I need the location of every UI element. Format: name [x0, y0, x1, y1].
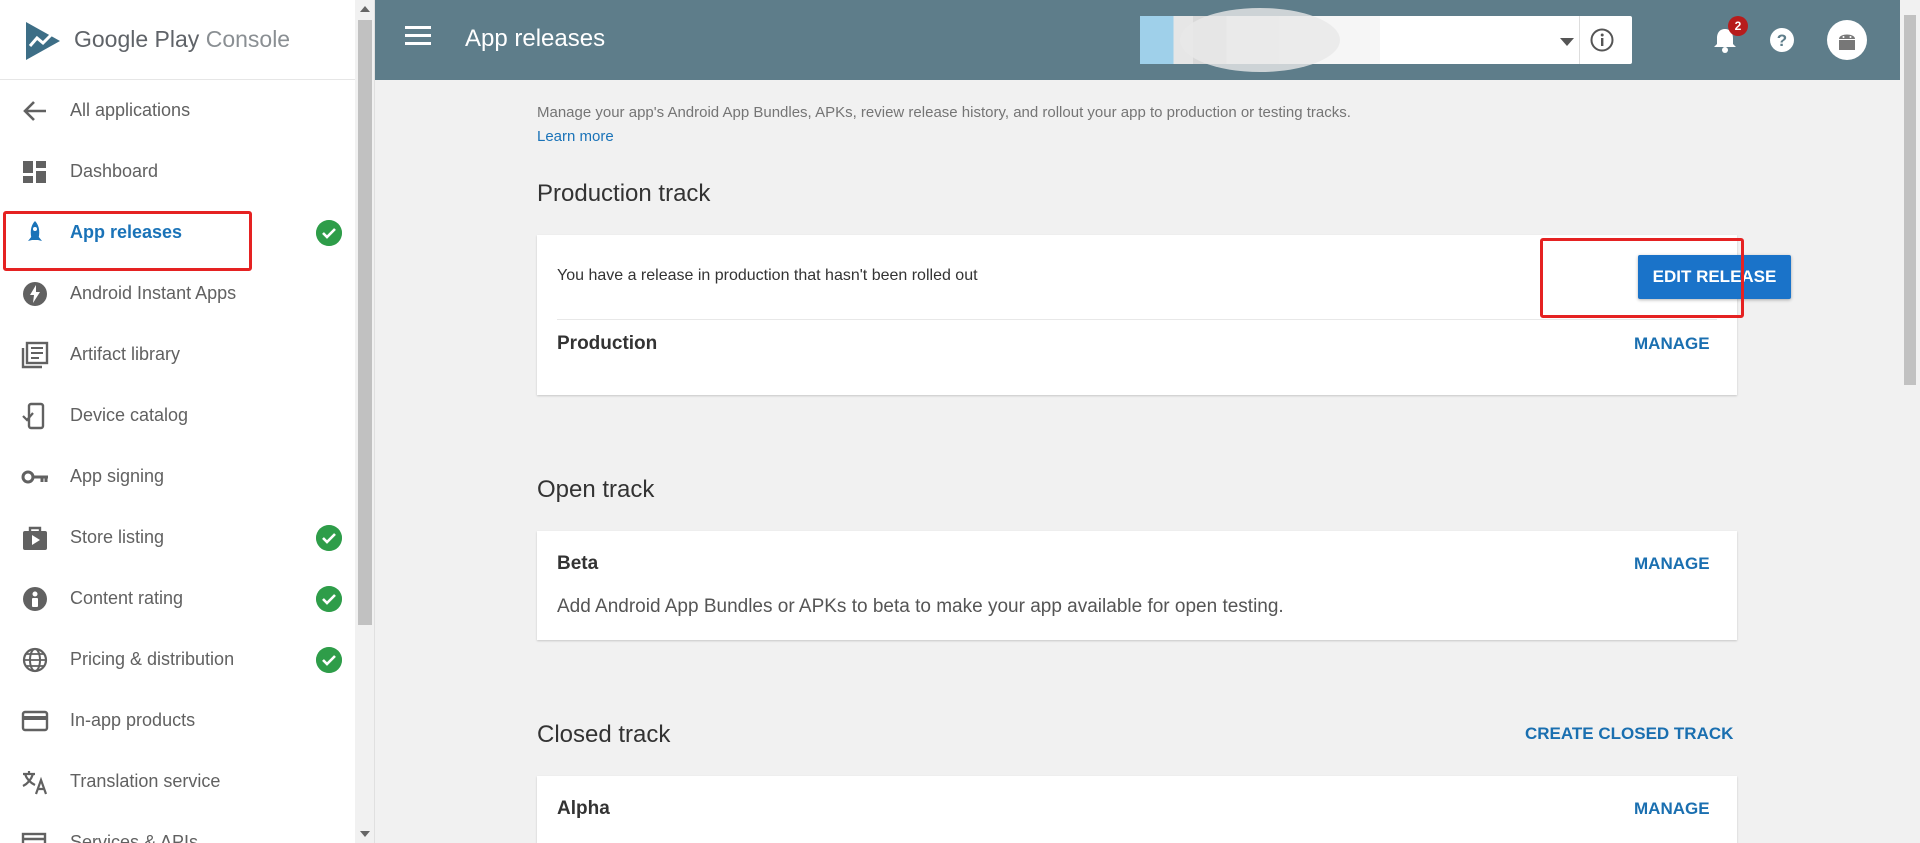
key-icon — [21, 470, 48, 484]
open-track-card: Beta MANAGE Add Android App Bundles or A… — [537, 531, 1737, 640]
store-icon — [23, 526, 47, 550]
alpha-track-name: Alpha — [557, 798, 610, 819]
help-icon[interactable]: ? — [1762, 20, 1802, 60]
sidebar-item-label: App signing — [70, 466, 165, 486]
chevron-down-icon[interactable] — [1560, 38, 1574, 46]
manage-production-button[interactable]: MANAGE — [1634, 334, 1710, 354]
rating-icon — [23, 587, 47, 611]
sidebar-item-label: Artifact library — [70, 344, 181, 364]
page-title: App releases — [465, 25, 606, 52]
closed-track-title: Closed track — [537, 721, 671, 748]
menu-icon[interactable] — [405, 26, 431, 48]
sidebar-item-label: In-app products — [70, 710, 196, 730]
brand-name: Google Play Console — [74, 26, 291, 52]
beta-track-name: Beta — [557, 553, 599, 574]
dashboard-icon — [23, 161, 46, 183]
manage-alpha-button[interactable]: MANAGE — [1634, 799, 1710, 819]
android-avatar-icon — [1839, 34, 1855, 50]
device-icon — [22, 402, 45, 430]
manage-beta-button[interactable]: MANAGE — [1634, 554, 1710, 574]
page-scrollbar[interactable] — [1900, 0, 1920, 843]
sidebar-item-label: Services & APIs — [70, 832, 199, 843]
translate-icon — [22, 771, 48, 795]
production-track-title: Production track — [537, 180, 711, 207]
check-circle-icon — [316, 586, 342, 612]
beta-description: Add Android App Bundles or APKs to beta … — [557, 596, 1284, 617]
production-notice: You have a release in production that ha… — [557, 267, 978, 284]
info-icon — [1590, 28, 1614, 52]
app-selector[interactable] — [1140, 8, 1632, 72]
sidebar-item-label: Device catalog — [70, 405, 189, 425]
sidebar-item-label: Pricing & distribution — [70, 649, 235, 669]
scroll-up-arrow-icon[interactable] — [360, 6, 370, 12]
sidebar-item-device-catalog[interactable]: Device catalog — [0, 385, 355, 446]
sidebar-item-android-instant-apps[interactable]: Android Instant Apps — [0, 263, 355, 324]
services-icon — [21, 832, 47, 843]
learn-more-link[interactable]: Learn more — [537, 128, 614, 145]
sidebar-item-content-rating[interactable]: Content rating — [0, 568, 355, 629]
sidebar-item-label: Dashboard — [70, 161, 159, 181]
production-track-name: Production — [557, 333, 658, 354]
svg-text:?: ? — [1777, 31, 1787, 50]
intro-text: Manage your app's Android App Bundles, A… — [537, 104, 1351, 121]
sidebar-item-label: Android Instant Apps — [70, 283, 237, 303]
check-circle-icon — [316, 525, 342, 551]
notification-count-badge: 2 — [1728, 16, 1748, 36]
play-console-icon — [26, 22, 60, 60]
sidebar-item-all-applications[interactable]: All applications — [0, 80, 355, 141]
card-icon — [21, 710, 49, 732]
highlight-box — [3, 211, 252, 271]
sidebar-item-pricing-distribution[interactable]: Pricing & distribution — [0, 629, 355, 690]
library-icon — [21, 341, 49, 369]
sidebar-scrollbar[interactable] — [355, 0, 375, 843]
top-bar: App releases ? — [375, 0, 1900, 80]
sidebar-item-translation-service[interactable]: Translation service — [0, 751, 355, 812]
create-closed-track-button[interactable]: CREATE CLOSED TRACK — [1525, 724, 1733, 744]
sidebar-item-label: All applications — [70, 100, 191, 120]
sidebar-item-artifact-library[interactable]: Artifact library — [0, 324, 355, 385]
check-circle-icon — [316, 220, 342, 246]
globe-icon — [22, 647, 48, 673]
app-info-button[interactable] — [1579, 16, 1624, 64]
production-track-card: You have a release in production that ha… — [537, 235, 1791, 395]
sidebar: Google Play Console All applications Das… — [0, 0, 355, 843]
sidebar-item-services-apis[interactable]: Services & APIs — [0, 812, 355, 843]
sidebar-item-label: Translation service — [70, 771, 221, 791]
sidebar-item-label: Store listing — [70, 527, 165, 547]
sidebar-item-dashboard[interactable]: Dashboard — [0, 141, 355, 202]
sidebar-item-label: Content rating — [70, 588, 184, 608]
scroll-down-arrow-icon[interactable] — [360, 831, 370, 837]
avatar[interactable] — [1827, 20, 1867, 60]
highlight-box — [1540, 238, 1744, 318]
closed-track-card: Alpha MANAGE — [537, 776, 1737, 843]
scrollbar-thumb[interactable] — [1904, 15, 1916, 385]
divider — [557, 319, 1717, 320]
check-circle-icon — [316, 647, 342, 673]
arrow-back-icon — [23, 101, 46, 121]
sidebar-item-in-app-products[interactable]: In-app products — [0, 690, 355, 751]
sidebar-item-store-listing[interactable]: Store listing — [0, 507, 355, 568]
scrollbar-thumb[interactable] — [358, 20, 372, 625]
sidebar-item-app-signing[interactable]: App signing — [0, 446, 355, 507]
brand-logo[interactable]: Google Play Console — [0, 0, 355, 80]
open-track-title: Open track — [537, 476, 655, 503]
bolt-icon — [23, 282, 47, 306]
